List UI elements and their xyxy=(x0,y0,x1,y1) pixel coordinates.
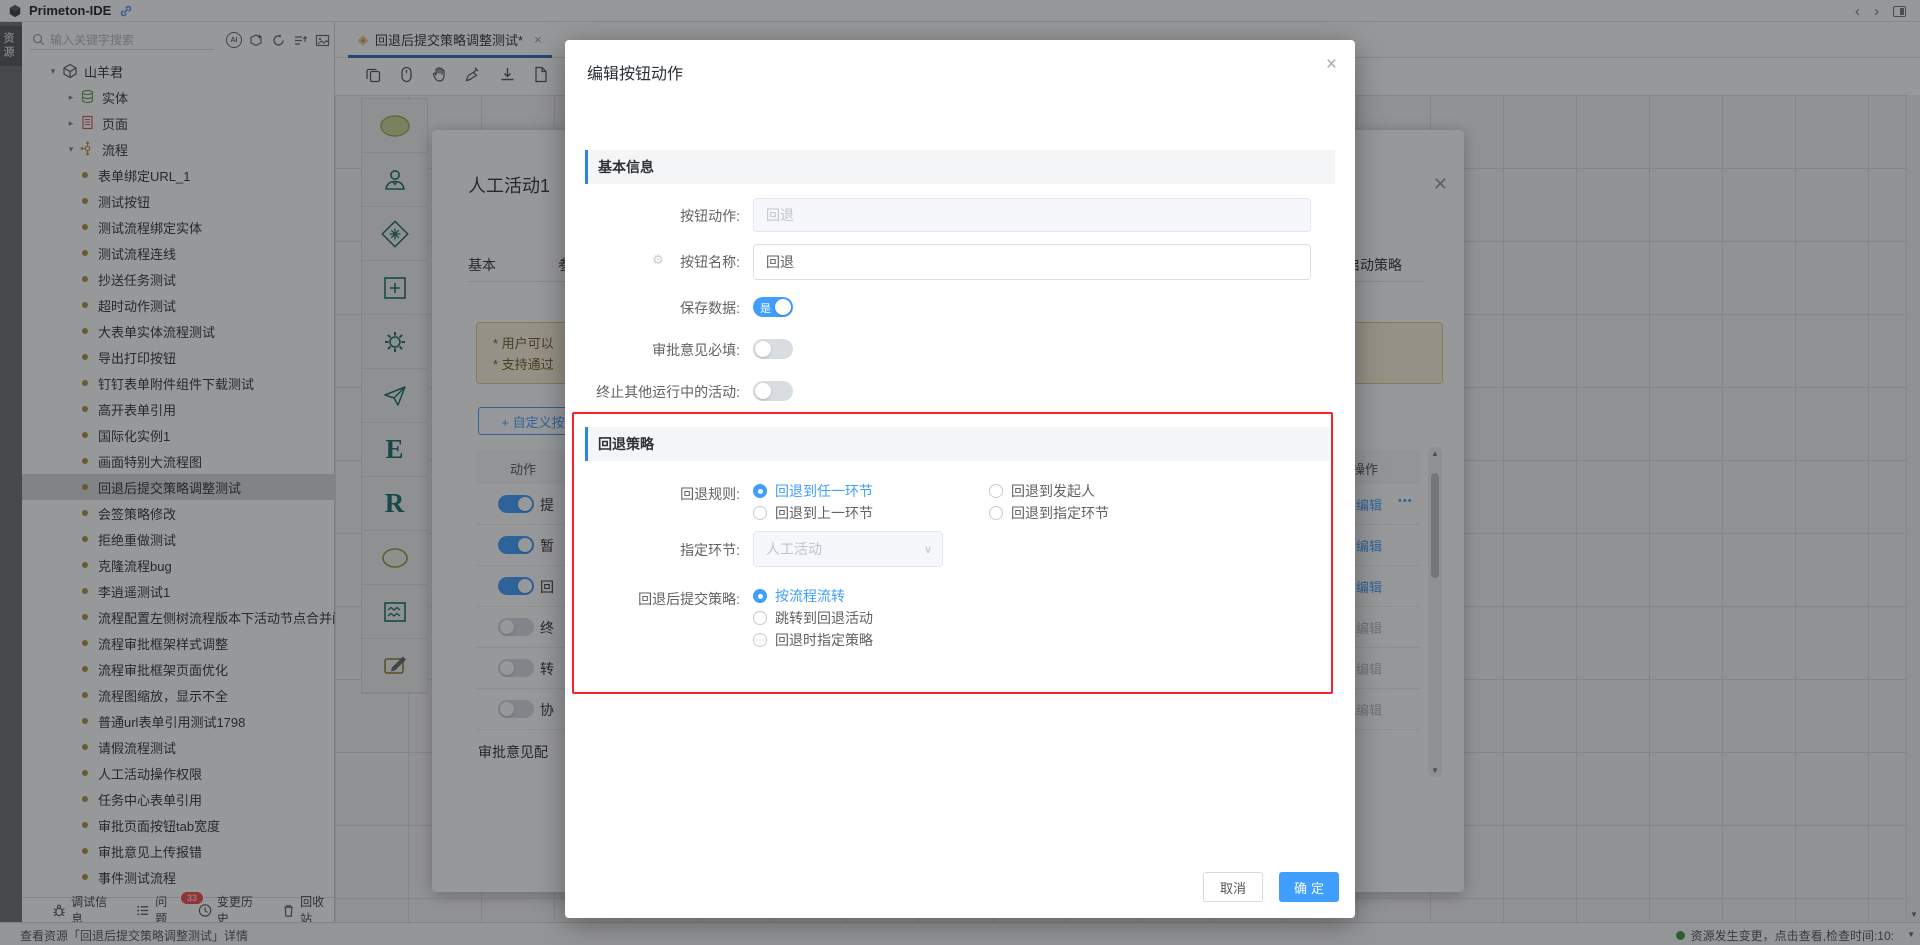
terminate-toggle[interactable] xyxy=(753,381,793,401)
target-step-label: 指定环节: xyxy=(570,540,740,560)
radio-icon xyxy=(989,506,1003,520)
radio-rollback-previous[interactable]: 回退到上一环节 xyxy=(753,503,873,523)
submit-strategy-label: 回退后提交策略: xyxy=(570,589,740,609)
target-step-select[interactable]: 人工活动 ∨ xyxy=(753,531,943,567)
save-data-label: 保存数据: xyxy=(570,298,740,318)
button-name-input[interactable] xyxy=(753,244,1311,280)
chevron-down-icon: ∨ xyxy=(924,543,932,556)
rollback-rule-label: 回退规则: xyxy=(570,484,740,504)
radio-rollback-initiator[interactable]: 回退到发起人 xyxy=(989,481,1095,501)
radio-icon xyxy=(989,484,1003,498)
save-data-toggle[interactable]: 是 xyxy=(753,297,793,317)
section-basic-info: 基本信息 xyxy=(585,150,1335,184)
dialog-close-icon[interactable]: × xyxy=(1326,54,1337,76)
radio-icon xyxy=(753,611,767,625)
radio-strategy-jump[interactable]: 跳转到回退活动 xyxy=(753,608,873,628)
opinion-required-toggle[interactable] xyxy=(753,339,793,359)
app-window: Primeton-IDE ‹ › 资源 AI xyxy=(0,0,1920,945)
radio-strategy-specify[interactable]: 回退时指定策略 xyxy=(753,630,873,650)
edit-button-action-dialog: 编辑按钮动作 × 基本信息 按钮动作: ⚙ 按钮名称: 保存数据: 是 审批意见… xyxy=(565,40,1355,918)
radio-icon xyxy=(753,633,767,647)
terminate-label: 终止其他运行中的活动: xyxy=(570,382,740,402)
radio-icon xyxy=(753,506,767,520)
radio-rollback-specified[interactable]: 回退到指定环节 xyxy=(989,503,1109,523)
ok-button[interactable]: 确定 xyxy=(1279,872,1339,902)
opinion-required-label: 审批意见必填: xyxy=(570,340,740,360)
name-field-label: 按钮名称: xyxy=(570,252,740,272)
radio-strategy-flow[interactable]: 按流程流转 xyxy=(753,586,845,606)
radio-rollback-any[interactable]: 回退到任一环节 xyxy=(753,481,873,501)
dialog-title: 编辑按钮动作 xyxy=(587,60,683,84)
button-action-input[interactable] xyxy=(753,198,1311,232)
action-field-label: 按钮动作: xyxy=(570,206,740,226)
cancel-button[interactable]: 取消 xyxy=(1203,872,1263,902)
section-rollback-strategy: 回退策略 xyxy=(585,427,1329,461)
radio-icon xyxy=(753,589,767,603)
radio-icon xyxy=(753,484,767,498)
